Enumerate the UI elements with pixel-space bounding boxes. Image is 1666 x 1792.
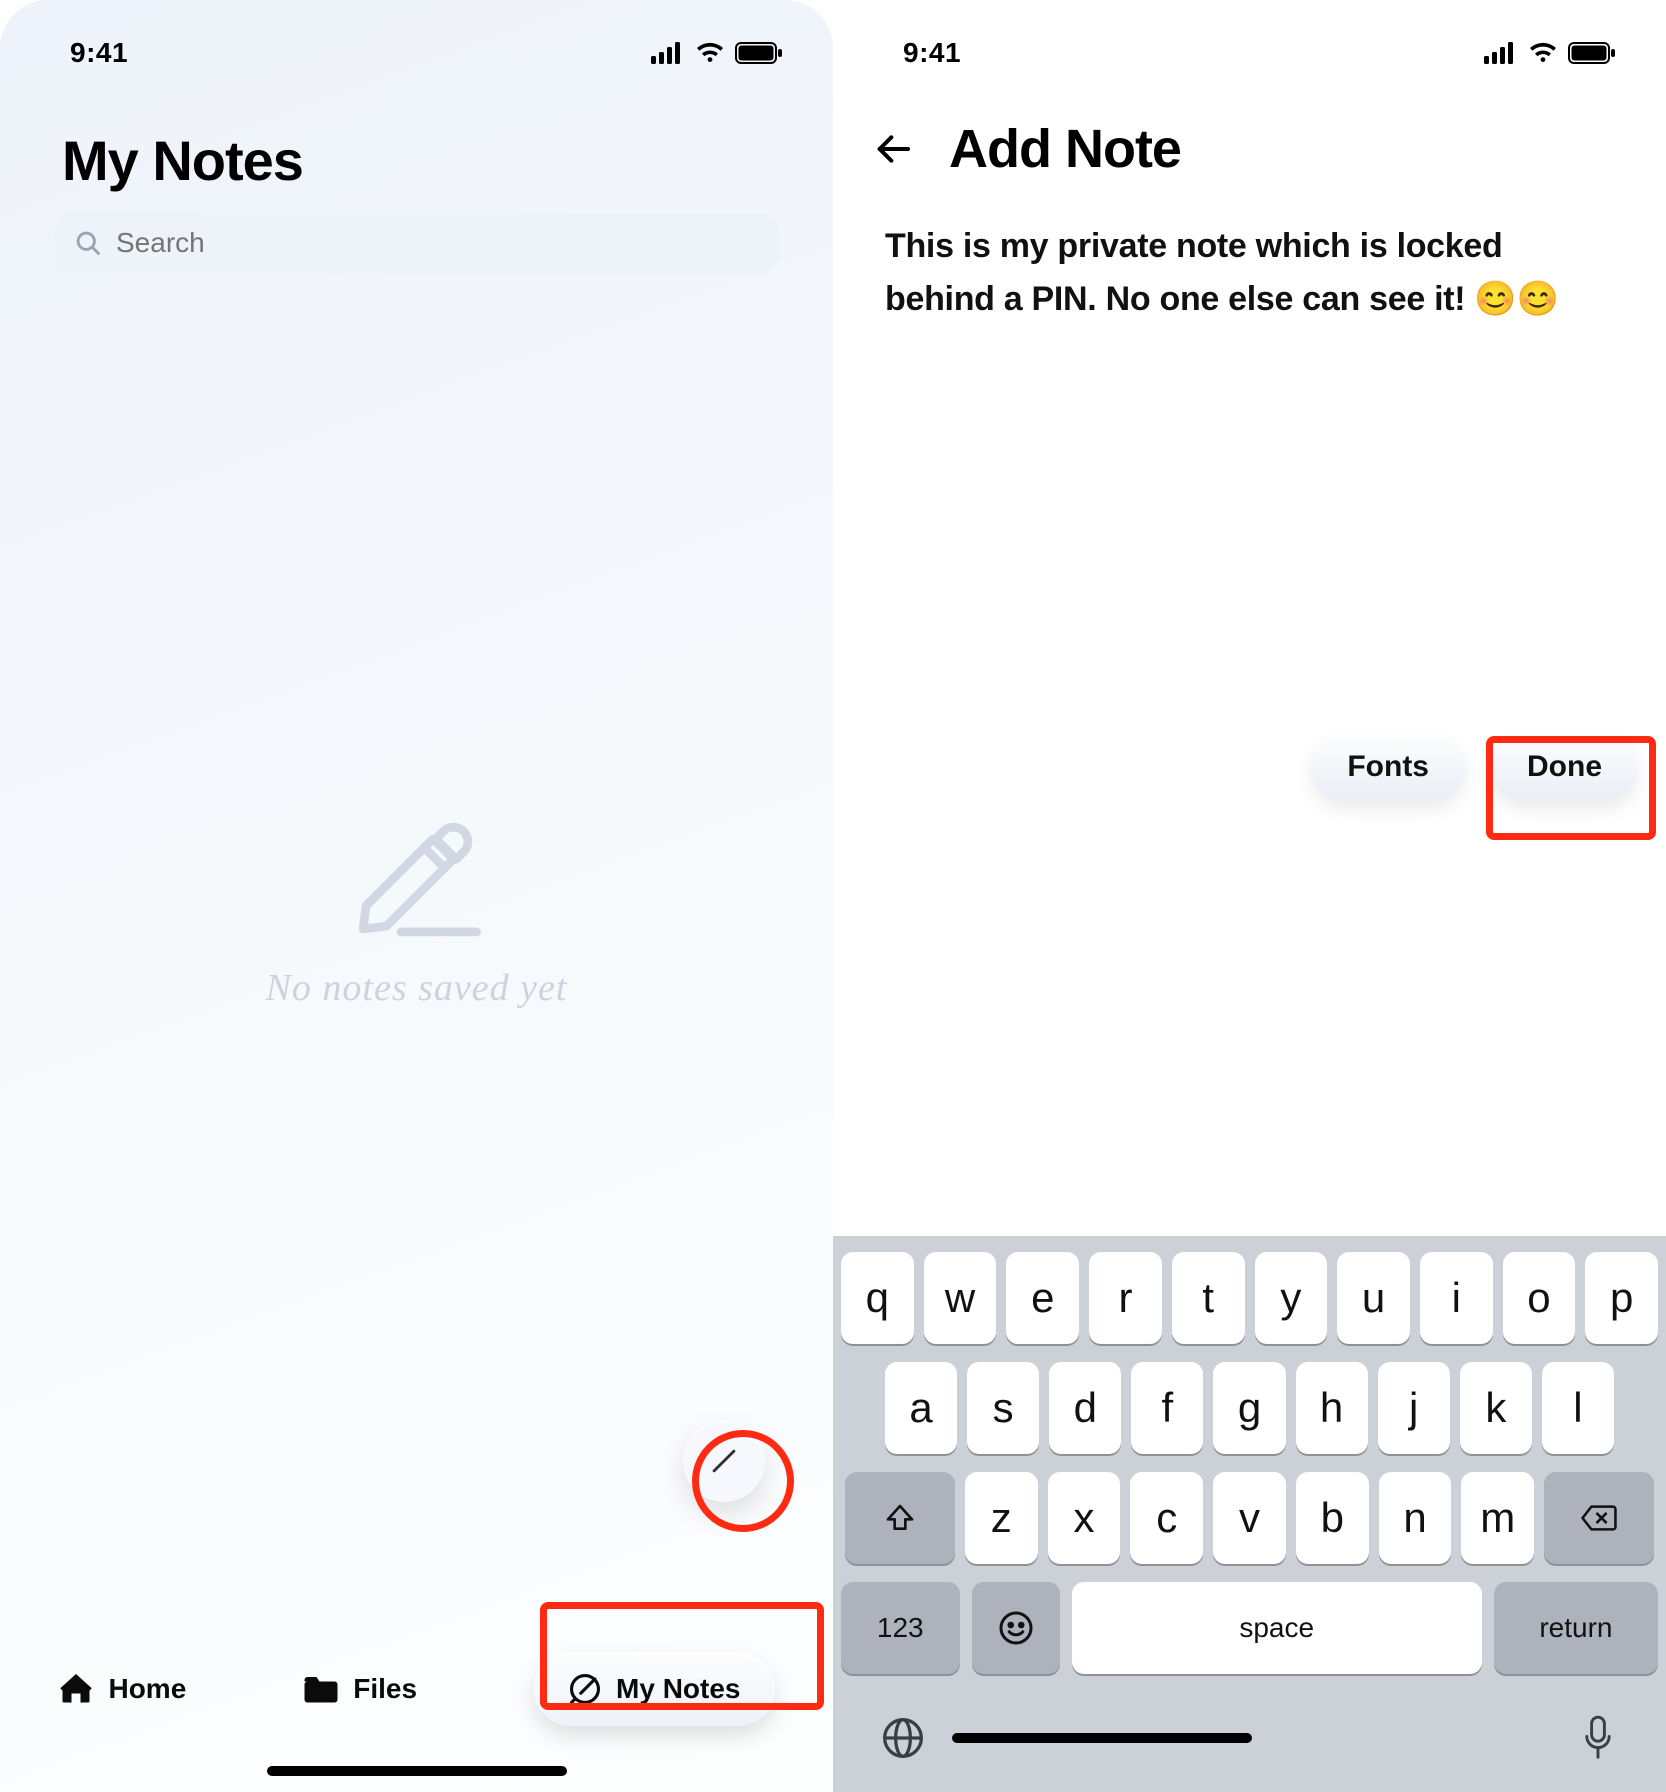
empty-state: No notes saved yet [0, 790, 833, 1010]
emoji-key[interactable] [972, 1582, 1060, 1674]
key-v[interactable]: v [1213, 1472, 1286, 1564]
delete-icon [1580, 1503, 1618, 1533]
page-title: My Notes [62, 128, 833, 193]
wifi-icon [695, 42, 725, 64]
key-h[interactable]: h [1296, 1362, 1368, 1454]
key-m[interactable]: m [1461, 1472, 1534, 1564]
wifi-icon [1528, 42, 1558, 64]
home-indicator[interactable] [952, 1733, 1252, 1743]
tab-files[interactable]: Files [303, 1673, 417, 1705]
return-key[interactable]: return [1494, 1582, 1658, 1674]
keyboard-bottom-bar [833, 1684, 1666, 1792]
key-i[interactable]: i [1420, 1252, 1493, 1344]
battery-icon [1568, 42, 1616, 64]
screen-my-notes: 9:41 My Notes No notes saved yet [0, 0, 833, 1792]
space-key[interactable]: space [1072, 1582, 1482, 1674]
pencil-icon [337, 790, 497, 940]
tab-files-label: Files [353, 1673, 417, 1705]
key-u[interactable]: u [1337, 1252, 1410, 1344]
compose-button[interactable] [683, 1420, 765, 1502]
folder-icon [303, 1673, 339, 1705]
key-a[interactable]: a [885, 1362, 957, 1454]
fonts-button[interactable]: Fonts [1311, 732, 1465, 802]
add-note-header: Add Note [833, 78, 1666, 180]
key-k[interactable]: k [1460, 1362, 1532, 1454]
key-r[interactable]: r [1089, 1252, 1162, 1344]
tab-mynotes-label: My Notes [616, 1673, 740, 1705]
shift-key[interactable] [845, 1472, 955, 1564]
key-s[interactable]: s [967, 1362, 1039, 1454]
compose-icon [707, 1444, 741, 1478]
key-g[interactable]: g [1213, 1362, 1285, 1454]
cellular-icon [651, 42, 685, 64]
back-icon[interactable] [873, 129, 913, 169]
key-p[interactable]: p [1585, 1252, 1658, 1344]
tab-home-label: Home [108, 1673, 186, 1705]
battery-icon [735, 42, 783, 64]
home-icon [58, 1671, 94, 1707]
done-button[interactable]: Done [1491, 732, 1638, 802]
keyboard-accessory-bar: Fonts Done [833, 732, 1666, 802]
status-indicators [1484, 42, 1616, 64]
key-c[interactable]: c [1130, 1472, 1203, 1564]
home-indicator[interactable] [267, 1766, 567, 1776]
search-icon [74, 229, 102, 257]
status-bar: 9:41 [0, 0, 833, 78]
search-field[interactable] [54, 213, 779, 273]
tab-mynotes[interactable]: My Notes [534, 1652, 774, 1726]
mic-icon[interactable] [1578, 1714, 1618, 1762]
empty-state-text: No notes saved yet [266, 966, 568, 1010]
status-bar: 9:41 [833, 0, 1666, 78]
globe-icon[interactable] [881, 1716, 925, 1760]
key-x[interactable]: x [1048, 1472, 1121, 1564]
note-textarea[interactable]: This is my private note which is locked … [833, 180, 1666, 325]
delete-key[interactable] [1544, 1472, 1654, 1564]
key-e[interactable]: e [1006, 1252, 1079, 1344]
keyboard: qwertyuiop asdfghjkl zxcvbnm 123 space r… [833, 1236, 1666, 1792]
search-input[interactable] [116, 227, 759, 259]
numbers-key[interactable]: 123 [841, 1582, 960, 1674]
key-z[interactable]: z [965, 1472, 1038, 1564]
key-l[interactable]: l [1542, 1362, 1614, 1454]
tab-home[interactable]: Home [58, 1671, 186, 1707]
key-o[interactable]: o [1503, 1252, 1576, 1344]
cellular-icon [1484, 42, 1518, 64]
tab-bar: Home Files My Notes [0, 1542, 833, 1792]
key-j[interactable]: j [1378, 1362, 1450, 1454]
status-indicators [651, 42, 783, 64]
notes-icon [568, 1672, 602, 1706]
key-n[interactable]: n [1379, 1472, 1452, 1564]
key-y[interactable]: y [1255, 1252, 1328, 1344]
key-b[interactable]: b [1296, 1472, 1369, 1564]
status-time: 9:41 [903, 37, 961, 69]
key-f[interactable]: f [1131, 1362, 1203, 1454]
status-time: 9:41 [70, 37, 128, 69]
key-w[interactable]: w [924, 1252, 997, 1344]
shift-icon [884, 1502, 916, 1534]
page-title: Add Note [949, 118, 1181, 180]
key-t[interactable]: t [1172, 1252, 1245, 1344]
screen-add-note: 9:41 Add Note This is my private note wh… [833, 0, 1666, 1792]
emoji-icon [998, 1610, 1034, 1646]
key-d[interactable]: d [1049, 1362, 1121, 1454]
key-q[interactable]: q [841, 1252, 914, 1344]
